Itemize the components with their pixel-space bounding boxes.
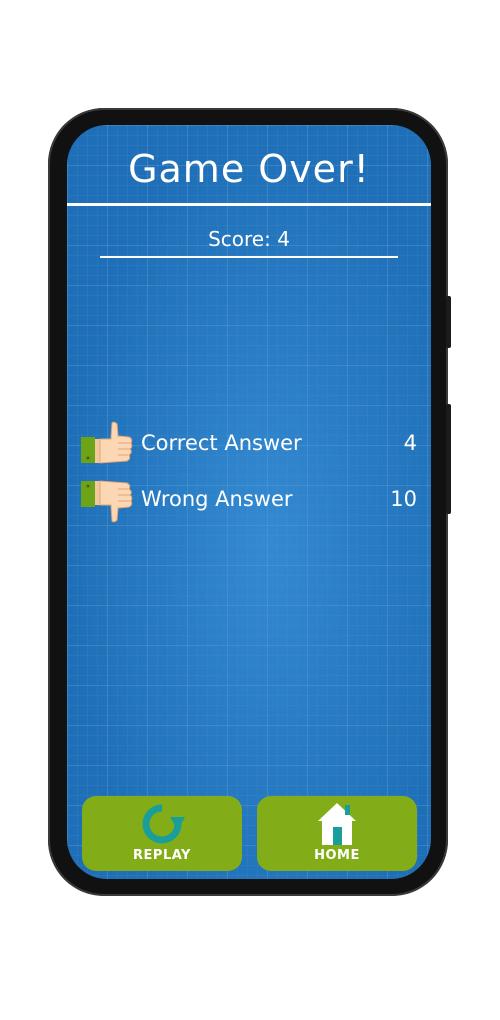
correct-answer-row: Correct Answer 4 (81, 421, 417, 467)
wrong-answer-count: 10 (390, 487, 417, 511)
phone-side-button (446, 404, 451, 514)
correct-answer-count: 4 (403, 431, 417, 455)
wrong-answer-row: Wrong Answer 10 (81, 477, 417, 523)
replay-button[interactable]: REPLAY (82, 796, 242, 871)
home-button[interactable]: HOME (257, 796, 417, 871)
phone-side-button (446, 296, 451, 348)
title-divider (67, 203, 431, 206)
wrong-answer-label: Wrong Answer (141, 487, 293, 511)
home-icon (318, 803, 356, 845)
replay-icon (142, 804, 185, 844)
score-text: Score: 4 (208, 227, 290, 251)
game-over-screen: Game Over! Score: 4 Correct Answer 4 Wro… (67, 125, 431, 879)
thumbs-down-icon (81, 480, 133, 523)
page-title: Game Over! (128, 147, 370, 191)
correct-answer-label: Correct Answer (141, 431, 302, 455)
home-label: HOME (314, 848, 360, 863)
replay-label: REPLAY (133, 848, 191, 863)
score-divider (100, 256, 398, 258)
thumbs-up-icon (81, 421, 133, 464)
